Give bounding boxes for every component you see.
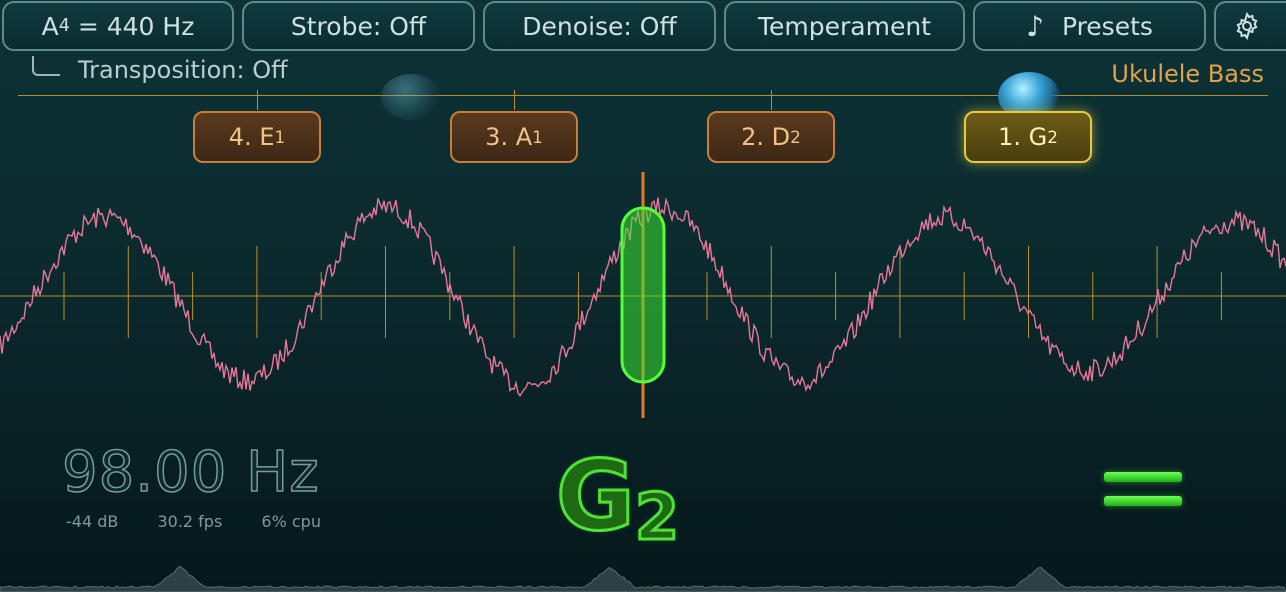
a4-reference-button[interactable]: A4 = 440 Hz	[2, 1, 234, 51]
string-label: 4. E	[228, 123, 275, 151]
string-button-2[interactable]: 2. D2	[707, 111, 835, 163]
spectrum-strip	[0, 565, 1286, 592]
string-label: 3. A	[485, 123, 533, 151]
a4-label: A	[41, 11, 59, 41]
settings-button[interactable]	[1214, 1, 1286, 51]
string-selector-axis	[18, 95, 1268, 96]
waveform-display	[0, 172, 1286, 418]
denoise-button[interactable]: Denoise: Off	[483, 1, 716, 51]
fps-readout: 30.2 fps	[157, 512, 223, 531]
transposition-label: Transposition: Off	[78, 56, 288, 84]
string-button-3[interactable]: 3. A1	[450, 111, 578, 163]
note-octave: 2	[633, 480, 681, 557]
spectrum-trace	[0, 565, 1286, 592]
string-label: 1. G	[998, 123, 1048, 151]
presets-label: Presets	[1061, 11, 1153, 41]
frequency-readout: 98.00 Hz	[61, 439, 320, 506]
strobe-button[interactable]: Strobe: Off	[242, 1, 475, 51]
string-button-1-active[interactable]: 1. G2	[964, 111, 1092, 163]
string-label: 2. D	[741, 123, 791, 151]
a4-value: = 440 Hz	[69, 11, 195, 41]
transposition-hook	[32, 56, 60, 76]
note-letter: G	[555, 439, 637, 554]
status-stats: -44 dB 30.2 fps 6% cpu	[66, 512, 355, 531]
gear-icon	[1236, 11, 1258, 41]
instrument-preset-label[interactable]: Ukulele Bass	[1111, 60, 1264, 88]
temperament-button[interactable]: Temperament	[724, 1, 965, 51]
pitch-bubble-indicator	[381, 74, 441, 120]
level-readout: -44 dB	[66, 512, 119, 531]
transposition-button[interactable]: Transposition: Off	[32, 56, 288, 84]
string-tick	[514, 90, 515, 110]
music-note-icon: ♪	[1026, 9, 1044, 43]
string-tick	[771, 90, 772, 110]
equals-bar-bottom	[1104, 496, 1182, 506]
detected-note: G2	[555, 439, 681, 557]
string-tick	[257, 90, 258, 110]
string-button-4[interactable]: 4. E1	[193, 111, 321, 163]
equals-bar-top	[1104, 472, 1182, 482]
presets-button[interactable]: ♪ Presets	[973, 1, 1206, 51]
top-toolbar: A4 = 440 Hz Strobe: Off Denoise: Off Tem…	[0, 0, 1286, 56]
in-tune-equals-icon	[1104, 472, 1182, 508]
tuning-needle	[620, 206, 666, 384]
cpu-readout: 6% cpu	[261, 512, 321, 531]
